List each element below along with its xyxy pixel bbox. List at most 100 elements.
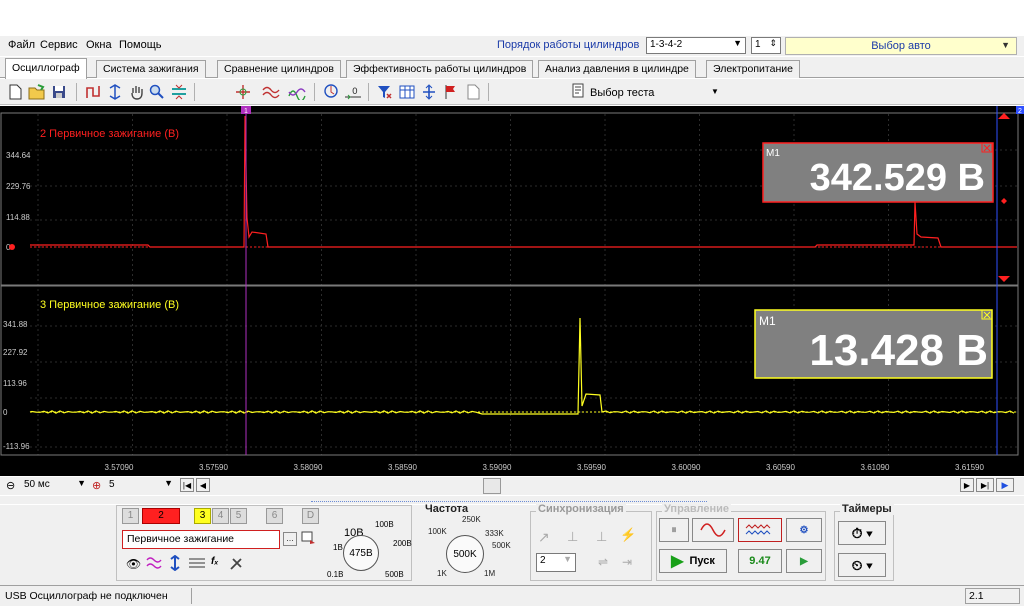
start-button[interactable]: ▶ Пуск [659, 549, 727, 573]
pause-button[interactable]: ⏸ [659, 518, 689, 542]
step-forward-icon[interactable]: ▶ [960, 478, 974, 492]
channel-1-scale-down-icon[interactable] [998, 276, 1010, 282]
frequency-knob-value: 500K [453, 548, 477, 560]
waveform-button[interactable] [692, 518, 734, 542]
cylinder-3-button[interactable]: 3 [194, 508, 211, 524]
zoom-fit-icon[interactable] [170, 83, 188, 101]
auto-scale-icon[interactable] [322, 83, 340, 101]
cylinder-5-button[interactable]: 5 [230, 508, 247, 524]
cylinder-d-button[interactable]: D [302, 508, 319, 524]
tab-cylinder-pressure[interactable]: Анализ давления в цилиндре [538, 60, 696, 78]
menu-help[interactable]: Помощь [119, 39, 162, 51]
amplitude-knob[interactable]: 475В [343, 535, 379, 571]
auto-trigger-icon[interactable]: ⚡ [620, 527, 636, 543]
toolbar-separator [194, 83, 195, 101]
go-start-icon[interactable]: |◀ [180, 478, 194, 492]
multi-wave-button[interactable] [738, 518, 782, 542]
menu-file[interactable]: Файл [8, 39, 35, 51]
divide-icon[interactable] [420, 83, 438, 101]
cursor-2-label: 2 [1018, 108, 1022, 115]
overlay-waves-icon[interactable] [262, 83, 280, 101]
spectrum-icon[interactable] [288, 83, 306, 101]
timebase-select[interactable]: 50 мс ▼ [21, 478, 89, 495]
tab-ignition-system[interactable]: Система зажигания [96, 60, 206, 78]
channel-1-measure-value: 342.529 В [810, 157, 985, 199]
channel-1-zero-marker[interactable] [9, 244, 15, 250]
svg-text:0: 0 [352, 87, 358, 97]
table-icon[interactable] [398, 83, 416, 101]
y-tick-label: 114.88 [6, 213, 30, 222]
signal-type-field[interactable]: Первичное зажигание [122, 530, 280, 549]
vertical-cursor-icon[interactable] [106, 83, 124, 101]
hand-pan-icon[interactable] [128, 83, 146, 101]
scroll-range-indicator [311, 496, 707, 502]
zoom-select[interactable]: 5 ▼ [106, 478, 176, 495]
zoom-out-icon[interactable]: ⊖ [6, 479, 15, 492]
channel-1-level-marker[interactable] [1001, 198, 1007, 204]
oscilloscope-svg[interactable]: 2 Первичное зажигание (В) 3 Первичное за… [0, 106, 1024, 476]
cylinder-4-button[interactable]: 4 [212, 508, 229, 524]
new-file-icon[interactable] [6, 83, 24, 101]
tab-oscilloscope[interactable]: Осциллограф [5, 58, 87, 79]
channel-1-scale-up-icon[interactable] [998, 113, 1010, 119]
stopwatch-icon: ⏱ ▾ [851, 524, 873, 541]
tab-cylinder-efficiency[interactable]: Эффективность работы цилиндров [346, 60, 534, 78]
function-icon[interactable]: fₓ [211, 556, 218, 567]
zoom-value: 5 [109, 479, 115, 490]
cylinder-number-spinner[interactable]: 1 ⇕ [751, 37, 781, 54]
cylinder-order-label: Порядок работы цилиндров [497, 39, 640, 51]
falling-edge-icon[interactable]: ⊥ [596, 529, 607, 545]
auto-run-button[interactable]: ▶ [786, 549, 822, 573]
flag-icon[interactable] [442, 83, 460, 101]
time-tick-label: 3.60590 [766, 463, 795, 472]
rising-edge-icon[interactable]: ↗ [538, 529, 550, 546]
chevron-down-icon[interactable]: ▼ [711, 87, 719, 96]
frequency-knob-label-1k: 1K [437, 569, 447, 578]
cylinder-6-button[interactable]: 6 [266, 508, 283, 524]
waves-icon[interactable] [146, 555, 162, 574]
sync-hold-icon[interactable]: ⇥ [622, 555, 632, 569]
trigger-level-icon[interactable]: ⊥ [567, 529, 578, 545]
timers-group-title: Таймеры [840, 503, 894, 515]
step-back-icon[interactable]: ◀ [196, 478, 210, 492]
save-icon[interactable] [50, 83, 68, 101]
cylinder-2-button[interactable]: 2 [142, 508, 180, 524]
more-options-icon[interactable]: … [283, 532, 297, 546]
auto-run-icon: ▶ [800, 555, 808, 567]
tab-cylinder-comparison[interactable]: Сравнение цилиндров [217, 60, 341, 78]
go-end-icon[interactable]: ▶| [976, 478, 994, 492]
menu-windows[interactable]: Окна [86, 39, 112, 51]
timer-1-button[interactable]: ⏱ ▾ [838, 521, 886, 545]
export-channel-icon[interactable] [301, 529, 317, 548]
eye-icon[interactable]: 👁 [126, 557, 141, 571]
time-tick-label: 3.61590 [955, 463, 984, 472]
vertical-scale-icon[interactable] [168, 554, 182, 574]
frequency-knob[interactable]: 500K [446, 535, 484, 573]
sync-channel-select[interactable]: 2 ▼ [536, 553, 576, 572]
amplitude-knob-label-100v: 100В [375, 520, 394, 529]
oscilloscope-display[interactable]: 2 Первичное зажигание (В) 3 Первичное за… [0, 106, 1024, 476]
auto-setup-button[interactable]: ⚙ [786, 518, 822, 542]
toolbar: 0 Выбор теста ▼ [0, 79, 1024, 105]
trigger-icon[interactable] [84, 83, 102, 101]
zoom-icon[interactable] [148, 83, 166, 101]
timer-2-button[interactable]: ⏲ ▾ [838, 553, 886, 577]
tools-icon[interactable] [229, 555, 245, 574]
menu-service[interactable]: Сервис [40, 39, 78, 51]
test-select-button[interactable]: Выбор теста [571, 83, 654, 102]
document-icon[interactable] [464, 83, 482, 101]
vehicle-select[interactable]: Выбор авто ▼ [785, 37, 1017, 55]
scroll-thumb[interactable] [483, 478, 501, 494]
cursor-sync-icon[interactable] [234, 83, 252, 101]
zoom-in-icon[interactable]: ⊕ [92, 479, 101, 492]
open-folder-icon[interactable] [28, 83, 46, 101]
sync-offset-icon[interactable]: ⇌ [598, 555, 608, 569]
tab-power-supply[interactable]: Электропитание [706, 60, 800, 78]
y-tick-label: 341.88 [3, 320, 28, 329]
cylinder-order-select[interactable]: 1-3-4-2 ▼ [646, 37, 746, 54]
cylinder-1-button[interactable]: 1 [122, 508, 139, 524]
filter-icon[interactable] [376, 83, 394, 101]
play-forward-icon[interactable]: ▶ [996, 478, 1014, 492]
zero-level-icon[interactable]: 0 [344, 83, 362, 101]
lines-icon[interactable] [188, 555, 206, 574]
